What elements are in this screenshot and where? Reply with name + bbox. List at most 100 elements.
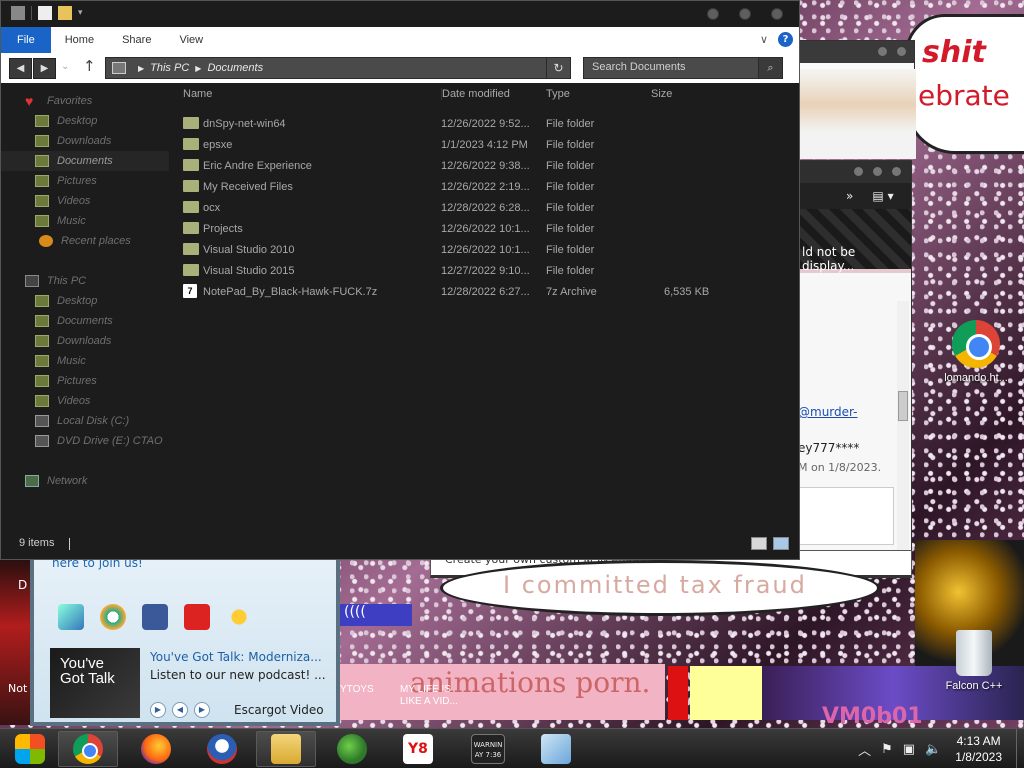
properties-icon[interactable] [38, 6, 52, 20]
sun-icon[interactable] [226, 604, 252, 630]
expand-ribbon-icon[interactable]: ∨ [760, 33, 768, 46]
tab-home[interactable]: Home [51, 27, 108, 53]
search-input[interactable]: Search Documents [592, 61, 686, 73]
file-row[interactable]: Eric Andre Experience 12/26/2022 9:38... F… [171, 155, 731, 176]
minimize-button[interactable] [707, 8, 719, 20]
clock[interactable]: 4:13 AM 1/8/2023 [955, 733, 1002, 765]
column-header-name[interactable]: Name [183, 88, 212, 100]
breadcrumb-chevron-icon[interactable]: ▶ [138, 64, 144, 73]
maximize-button[interactable] [873, 167, 882, 176]
nav-item-music[interactable]: Music [1, 351, 169, 371]
minimize-button[interactable] [854, 167, 863, 176]
help-icon[interactable]: ? [778, 32, 793, 47]
flag-icon[interactable]: ⚑ [881, 742, 893, 757]
breadcrumb-chevron-icon[interactable]: ▶ [195, 64, 201, 73]
search-box[interactable]: Search Documents ⌕ [583, 57, 783, 79]
close-button[interactable] [892, 167, 901, 176]
start-button[interactable] [0, 731, 60, 767]
tab-view[interactable]: View [165, 27, 217, 53]
title-bar[interactable]: ▾ [1, 1, 799, 27]
column-header-date[interactable]: Date modified [441, 88, 510, 100]
file-row[interactable]: 7 NotePad_By_Black-Hawk-FUCK.7z 12/28/2022… [171, 281, 731, 302]
nav-item-desktop[interactable]: Desktop [1, 111, 169, 131]
file-row[interactable]: epsxe 1/1/2023 4:12 PM File folder [171, 134, 731, 155]
butterfly-icon[interactable] [58, 604, 84, 630]
chat-window[interactable]: » ▤ ▾ ld not be display... @murder- ey77… [797, 160, 912, 578]
file-row[interactable]: My Received Files 12/26/2022 2:19... File … [171, 176, 731, 197]
close-button[interactable] [771, 8, 783, 20]
file-row[interactable]: Visual Studio 2015 12/27/2022 9:10... File… [171, 260, 731, 281]
show-hidden-icons[interactable]: ︿ [858, 740, 871, 759]
desktop-icon-lomando[interactable]: lomando.ht... [936, 320, 1016, 384]
back-button[interactable]: ◀ [9, 58, 32, 79]
chat-editor[interactable] [798, 487, 894, 545]
forward-button[interactable]: ▶ [33, 58, 56, 79]
explorer-taskbar[interactable] [256, 731, 316, 767]
file-explorer-window[interactable]: ▾ File Home Share View ∨ ? ◀ ▶ ⌄ ↑ ▶ Thi… [0, 0, 800, 560]
nav-item-recent-places[interactable]: Recent places [1, 231, 169, 251]
obama-taskbar[interactable] [192, 731, 252, 767]
browser-icon[interactable] [100, 604, 126, 630]
youtube-icon[interactable] [184, 604, 210, 630]
file-row[interactable]: ocx 12/28/2022 6:28... File folder [171, 197, 731, 218]
refresh-button[interactable]: ↻ [546, 58, 570, 78]
recent-locations-icon[interactable]: ⌄ [61, 61, 69, 72]
podcast-thumbnail[interactable]: You've Got Talk [50, 648, 140, 718]
prev-icon[interactable]: ◀ [172, 702, 188, 718]
msn-window[interactable] [797, 40, 916, 159]
next-icon[interactable]: ▶ [194, 702, 210, 718]
desktop-icon-falcon[interactable]: Falcon C++ [934, 630, 1014, 692]
large-icons-view-button[interactable] [773, 537, 789, 550]
details-view-button[interactable] [751, 537, 767, 550]
nav-item-network[interactable]: Network [1, 471, 169, 491]
y8-taskbar[interactable]: Y8 [388, 731, 448, 767]
nav-item-documents[interactable]: Documents [1, 151, 169, 171]
nav-item-this-pc[interactable]: This PC [1, 271, 169, 291]
podcast-title[interactable]: You've Got Talk: Moderniza... [150, 650, 322, 664]
chrome-taskbar[interactable] [58, 731, 118, 767]
nav-item-videos[interactable]: Videos [1, 391, 169, 411]
maximize-button[interactable] [739, 8, 751, 20]
network-icon[interactable]: ▣ [903, 742, 915, 757]
chat-user-link[interactable]: @murder- [798, 405, 858, 419]
new-folder-icon[interactable] [58, 6, 72, 20]
installer-taskbar[interactable] [526, 731, 586, 767]
tab-file[interactable]: File [1, 27, 51, 53]
firefox-taskbar[interactable] [126, 731, 186, 767]
nav-item-videos[interactable]: Videos [1, 191, 169, 211]
breadcrumb-this-pc[interactable]: This PC [150, 62, 189, 74]
file-row[interactable]: Projects 12/26/2022 10:1... File folder [171, 218, 731, 239]
show-desktop-button[interactable] [1016, 729, 1024, 768]
nav-item-local-disk-c[interactable]: Local Disk (C:) [1, 411, 169, 431]
column-header-type[interactable]: Type [546, 88, 570, 100]
minimize-button[interactable] [878, 47, 887, 56]
nav-item-dvd-drive-e-ctao[interactable]: DVD Drive (E:) CTAO [1, 431, 169, 451]
facebook-icon[interactable] [142, 604, 168, 630]
chevron-down-icon[interactable]: ▾ [78, 8, 83, 18]
column-header-size[interactable]: Size [651, 88, 672, 100]
msn-taskbar[interactable] [322, 731, 382, 767]
address-bar[interactable]: ▶ This PC ▶ Documents ↻ [105, 57, 571, 79]
nav-item-desktop[interactable]: Desktop [1, 291, 169, 311]
file-row[interactable]: Visual Studio 2010 12/26/2022 10:1... File… [171, 239, 731, 260]
chat-scrollbar[interactable] [897, 301, 909, 571]
nav-item-pictures[interactable]: Pictures [1, 171, 169, 191]
escargot-window[interactable]: here to join us! You've Got Talk You've … [30, 548, 340, 726]
window-icon[interactable] [11, 6, 25, 20]
file-row[interactable]: dnSpy-net-win64 12/26/2022 9:52... File fo… [171, 113, 731, 134]
play-icon[interactable]: ▶ [150, 702, 166, 718]
nav-item-favorites[interactable]: ♥ Favorites [1, 91, 169, 111]
volume-icon[interactable]: 🔈 [925, 742, 941, 757]
up-button[interactable]: ↑ [83, 57, 96, 75]
tab-share[interactable]: Share [108, 27, 165, 53]
nav-item-downloads[interactable]: Downloads [1, 131, 169, 151]
search-icon[interactable]: ⌕ [758, 58, 782, 78]
nav-item-documents[interactable]: Documents [1, 311, 169, 331]
warning-taskbar[interactable]: WARNIN AY 7:36 [458, 731, 518, 767]
nav-item-pictures[interactable]: Pictures [1, 371, 169, 391]
nav-item-downloads[interactable]: Downloads [1, 331, 169, 351]
maximize-button[interactable] [897, 47, 906, 56]
nav-item-music[interactable]: Music [1, 211, 169, 231]
scroll-thumb[interactable] [898, 391, 908, 421]
breadcrumb-documents[interactable]: Documents [207, 62, 263, 74]
